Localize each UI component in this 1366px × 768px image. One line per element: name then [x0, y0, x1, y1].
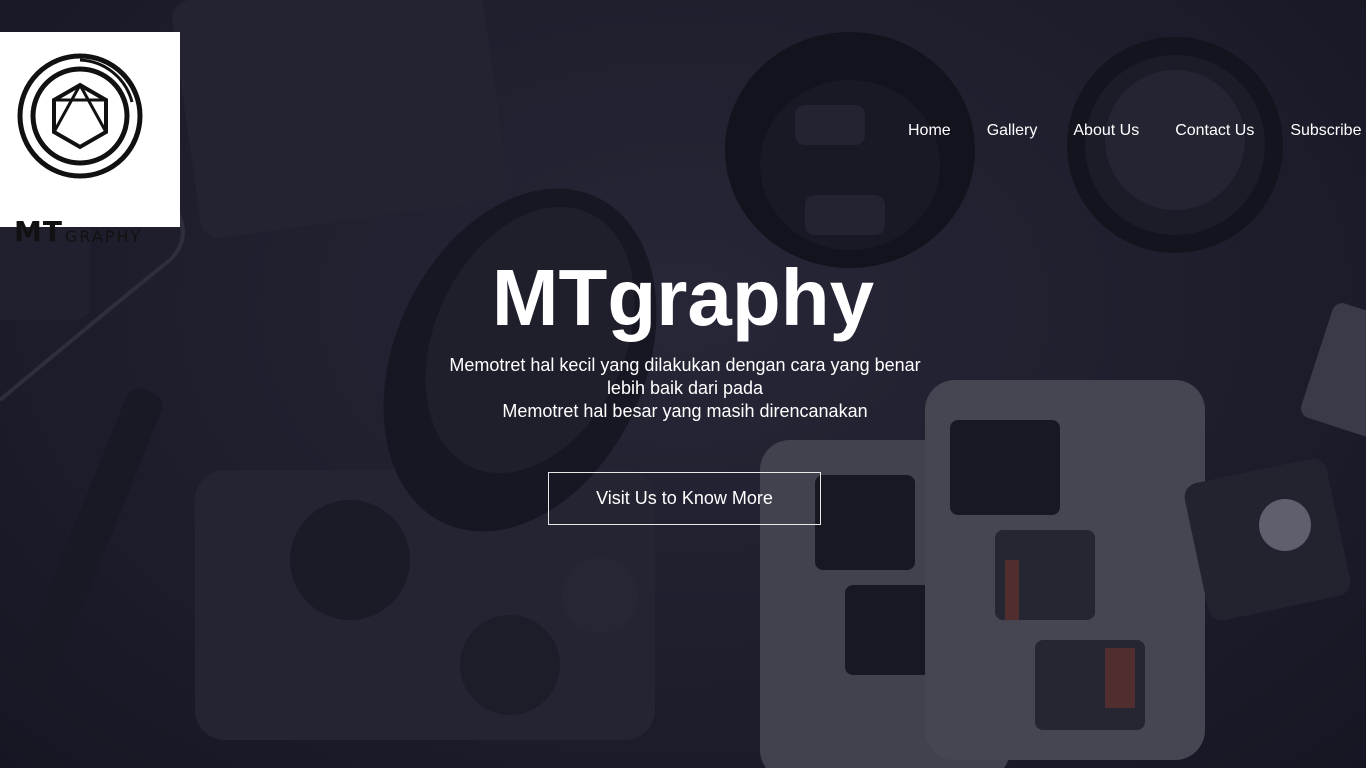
logo-graphy-text: GRAPHY: [64, 227, 143, 246]
logo-mt-text: MT: [14, 215, 63, 248]
nav-link-contact-us[interactable]: Contact Us: [1175, 122, 1254, 140]
hero-title: MTgraphy: [491, 253, 875, 342]
nav-link-gallery[interactable]: Gallery: [987, 122, 1038, 140]
aperture-icon: [17, 53, 143, 179]
nav-link-subscribe[interactable]: Subscribe: [1290, 122, 1361, 140]
logo-wordmark: MT GRAPHY: [14, 218, 164, 246]
visit-us-button[interactable]: Visit Us to Know More: [548, 472, 821, 525]
nav-link-home[interactable]: Home: [908, 122, 951, 140]
main-nav: Home Gallery About Us Contact Us Subscri…: [908, 122, 1361, 140]
tagline-line-2: lebih baik dari pada: [606, 378, 764, 398]
nav-link-about-us[interactable]: About Us: [1073, 122, 1139, 140]
tagline-line-1: Memotret hal kecil yang dilakukan dengan…: [449, 355, 921, 375]
site-logo[interactable]: MT GRAPHY: [0, 32, 180, 246]
tagline-line-3: Memotret hal besar yang masih direncanak…: [502, 401, 868, 421]
hero-tagline: Memotret hal kecil yang dilakukan dengan…: [0, 354, 1366, 423]
